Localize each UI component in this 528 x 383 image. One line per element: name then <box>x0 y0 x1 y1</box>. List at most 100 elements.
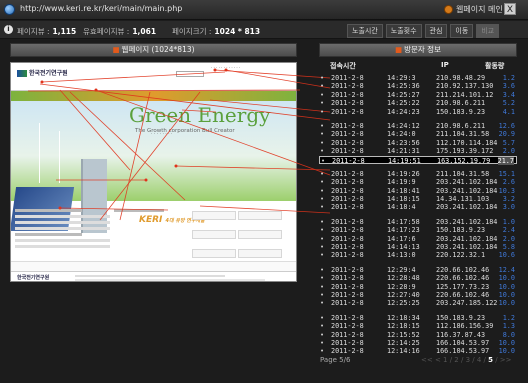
activity-level[interactable]: 12.4 <box>499 266 515 274</box>
table-row[interactable]: • 2011-2-8 14:25:36 210.92.137.130 3.6 <box>319 82 517 90</box>
visit-time: 14:29:3 <box>387 74 416 82</box>
table-row[interactable]: • 2011-2-8 14:29:3 210.98.48.29 1.2 <box>319 74 517 82</box>
bullet-icon: • <box>320 265 325 274</box>
table-row[interactable]: • 2011-2-8 14:24:12 210.98.6.211 12.6 <box>319 122 517 130</box>
table-row[interactable]: • 2011-2-8 14:24:0 211.104.31.58 20.9 <box>319 130 517 138</box>
visitor-ip: 210.98.6.211 <box>436 99 486 108</box>
activity-level[interactable]: 3.4 <box>503 91 515 99</box>
table-row[interactable]: • 2011-2-8 14:19:9 203.241.102.184 2.6 <box>319 178 517 186</box>
table-row[interactable]: • 2011-2-8 12:18:15 112.186.156.39 1.3 <box>319 322 517 330</box>
visit-time: 12:28:9 <box>387 282 416 291</box>
table-row[interactable]: • 2011-2-8 14:17:6 203.241.102.184 2.0 <box>319 235 517 243</box>
pagination-prev[interactable]: << < 1 / 2 / 3 / 4 / <box>421 356 488 364</box>
preview-site-header: 한국전기연구원 · · · · · · · · · · · · <box>11 63 296 91</box>
visitor-ip: 203.241.102.184 <box>436 203 498 212</box>
activity-level[interactable]: 5.2 <box>503 99 515 107</box>
table-row[interactable]: • 2011-2-8 12:28:9 125.177.73.23 10.0 <box>319 283 517 291</box>
preview-footer: 한국전기연구원 <box>11 271 296 281</box>
table-row[interactable]: • 2011-2-8 12:27:40 220.66.102.46 10.0 <box>319 291 517 299</box>
webpage-preview[interactable]: 한국전기연구원 · · · · · · · · · · · · ▪▪▪▪▪▪▪▪… <box>10 62 297 282</box>
activity-level[interactable]: 15.1 <box>499 170 515 178</box>
activity-level[interactable]: 10.0 <box>499 291 515 299</box>
visitor-ip: 166.104.53.97 <box>436 338 490 347</box>
activity-level[interactable]: 3.2 <box>503 195 515 203</box>
preview-search-box <box>176 71 204 77</box>
table-row[interactable]: • 2011-2-8 12:29:4 220.66.102.46 12.4 <box>319 266 517 274</box>
close-button[interactable]: X <box>504 3 516 15</box>
tab-move[interactable]: 이동 <box>450 24 474 38</box>
table-row[interactable]: • 2011-2-8 14:25:22 210.98.6.211 5.2 <box>319 99 517 107</box>
activity-level[interactable]: 10.0 <box>499 283 515 291</box>
bullet-icon: • <box>320 82 325 91</box>
tab-interest[interactable]: 관심 <box>424 24 448 38</box>
table-row-selected[interactable]: • 2011-2-8 14:19:51 163.152.19.79 21.7 <box>319 155 517 165</box>
activity-level[interactable]: 5.7 <box>503 139 515 147</box>
bullet-icon: • <box>320 138 325 147</box>
activity-level[interactable]: 21.7 <box>497 156 514 165</box>
activity-level[interactable]: 12.6 <box>499 122 515 130</box>
activity-level[interactable]: 10.3 <box>499 187 515 195</box>
table-row[interactable]: • 2011-2-8 14:18:4 203.241.102.184 3.0 <box>319 203 517 211</box>
visit-date: 2011-2-8 <box>331 347 364 356</box>
activity-level[interactable]: 8.0 <box>503 331 515 339</box>
activity-level[interactable]: 2.6 <box>503 178 515 186</box>
preview-news-list <box>15 206 110 259</box>
home-button[interactable]: 웹페이지 메인 <box>444 4 503 15</box>
visitor-ip: 211.214.101.12 <box>436 90 494 99</box>
activity-level[interactable]: 10.0 <box>499 274 515 282</box>
activity-level[interactable]: 4.1 <box>503 108 515 116</box>
activity-level[interactable]: 2.0 <box>503 147 515 155</box>
table-row[interactable]: • 2011-2-8 14:24:23 150.183.9.23 4.1 <box>319 108 517 116</box>
table-row[interactable]: • 2011-2-8 12:15:52 116.37.87.43 8.0 <box>319 331 517 339</box>
bullet-icon: • <box>320 203 325 212</box>
table-row[interactable]: • 2011-2-8 14:13:0 220.122.32.1 10.6 <box>319 251 517 259</box>
visitor-ip: 203.241.102.184 <box>436 217 498 226</box>
table-row[interactable]: • 2011-2-8 12:14:16 166.104.53.97 10.0 <box>319 347 517 355</box>
activity-level[interactable]: 3.0 <box>503 203 515 211</box>
activity-level[interactable]: 3.6 <box>503 82 515 90</box>
activity-level[interactable]: 1.0 <box>503 218 515 226</box>
table-row[interactable]: • 2011-2-8 14:14:13 203.241.102.184 5.8 <box>319 243 517 251</box>
activity-level[interactable]: 1.3 <box>503 322 515 330</box>
visit-date: 2011-2-8 <box>331 169 364 178</box>
activity-level[interactable]: 10.0 <box>499 299 515 307</box>
table-row[interactable]: • 2011-2-8 12:14:25 166.104.53.97 10.0 <box>319 339 517 347</box>
tab-exposure-count[interactable]: 노출횟수 <box>385 24 422 38</box>
home-button-label: 웹페이지 메인 <box>456 5 503 14</box>
table-row[interactable]: • 2011-2-8 14:18:41 203.241.102.184 10.3 <box>319 187 517 195</box>
table-row[interactable]: • 2011-2-8 14:23:56 112.170.114.184 5.7 <box>319 139 517 147</box>
activity-level[interactable]: 2.0 <box>503 235 515 243</box>
tab-exposure-time[interactable]: 노출시간 <box>347 24 383 38</box>
activity-level[interactable]: 10.0 <box>499 339 515 347</box>
visit-time: 12:18:15 <box>387 322 420 331</box>
visit-date: 2011-2-8 <box>331 186 364 195</box>
activity-level[interactable]: 10.0 <box>499 347 515 355</box>
visit-date: 2011-2-8 <box>332 156 365 165</box>
table-row[interactable]: • 2011-2-8 14:25:27 211.214.101.12 3.4 <box>319 91 517 99</box>
table-row[interactable]: • 2011-2-8 14:17:58 203.241.102.184 1.0 <box>319 218 517 226</box>
visitor-ip: 203.247.185.122 <box>436 299 498 308</box>
pagination-links[interactable]: << < 1 / 2 / 3 / 4 / 5 / >> <box>421 356 512 364</box>
activity-level[interactable]: 2.4 <box>503 226 515 234</box>
activity-level[interactable]: 10.6 <box>499 251 515 259</box>
activity-level[interactable]: 20.9 <box>499 130 515 138</box>
table-row[interactable]: • 2011-2-8 12:18:34 150.183.9.23 1.2 <box>319 314 517 322</box>
pagination-next[interactable]: / >> <box>493 356 511 364</box>
table-row[interactable]: • 2011-2-8 14:19:26 211.104.31.58 15.1 <box>319 170 517 178</box>
visit-time: 12:14:25 <box>387 338 420 347</box>
table-row[interactable]: • 2011-2-8 12:25:25 203.247.185.122 10.0 <box>319 299 517 307</box>
table-row[interactable]: • 2011-2-8 14:17:23 150.183.9.23 2.4 <box>319 226 517 234</box>
table-row[interactable]: • 2011-2-8 14:18:15 14.34.131.103 3.2 <box>319 195 517 203</box>
bullet-icon: • <box>320 121 325 130</box>
table-row[interactable]: • 2011-2-8 14:21:31 175.193.39.172 2.0 <box>319 147 517 155</box>
bullet-icon: • <box>320 274 325 283</box>
visit-time: 12:14:16 <box>387 347 420 356</box>
activity-level[interactable]: 5.8 <box>503 243 515 251</box>
page-url[interactable]: http://www.keri.re.kr/keri/main/main.php <box>20 4 182 13</box>
table-row[interactable]: • 2011-2-8 12:28:48 220.66.102.46 10.0 <box>319 274 517 282</box>
visit-date: 2011-2-8 <box>331 138 364 147</box>
activity-level[interactable]: 1.2 <box>503 74 515 82</box>
tab-compare[interactable]: 비교 <box>476 24 500 38</box>
activity-level[interactable]: 1.2 <box>503 314 515 322</box>
visit-time: 14:14:13 <box>387 243 420 252</box>
